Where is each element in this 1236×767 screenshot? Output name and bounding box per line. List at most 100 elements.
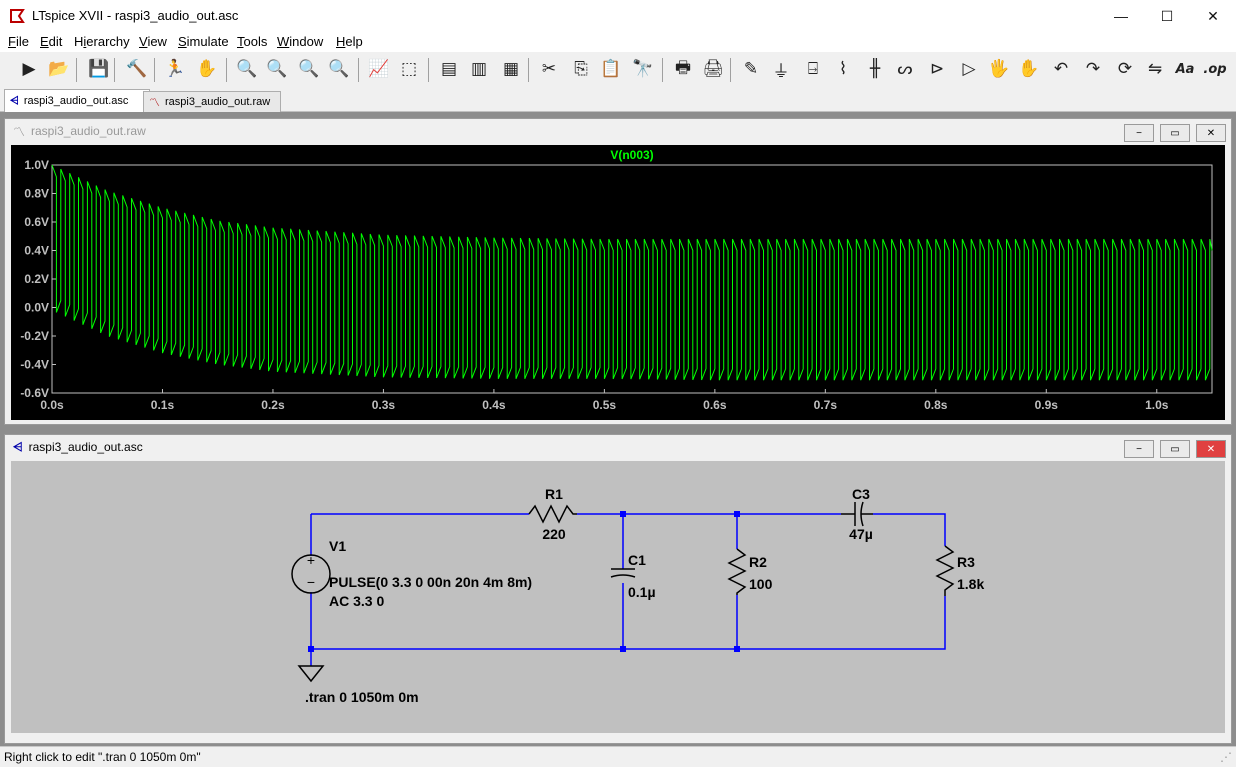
cascade-button[interactable]: ▥ (466, 56, 492, 82)
print-preview-button[interactable]: 🖶 (670, 56, 696, 82)
inductor-button[interactable]: ᔕ (892, 56, 918, 82)
mirror-button[interactable]: ⇋ (1142, 56, 1168, 82)
zoom-area-icon: 🔍 (266, 59, 288, 79)
tab-label: raspi3_audio_out.raw (165, 96, 271, 108)
v1-label[interactable]: V1 (329, 538, 346, 554)
spice-directive-icon: .op (1203, 61, 1227, 77)
cut-button[interactable]: ✂ (536, 56, 562, 82)
schematic-minimize-button[interactable]: − (1124, 440, 1154, 458)
resistor-icon: ⌇ (838, 59, 848, 79)
v1-value[interactable]: PULSE(0 3.3 0 00n 20n 4m 8m) (329, 574, 532, 590)
run-icon: ▶ (22, 59, 36, 79)
schematic-window-title: raspi3_audio_out.asc (28, 440, 143, 454)
schematic-restore-button[interactable]: ▭ (1160, 440, 1190, 458)
open-folder-button[interactable]: 📂 (46, 56, 72, 82)
schematic-close-button[interactable]: ✕ (1196, 440, 1226, 458)
find-button[interactable]: 🔭 (630, 56, 656, 82)
menu-window[interactable]: Window (277, 34, 323, 49)
x-tick-label: 0.8s (924, 398, 948, 412)
rotate-button[interactable]: ⟳ (1112, 56, 1138, 82)
schematic-window-titlebar[interactable]: ⩤ raspi3_audio_out.asc (5, 435, 1231, 459)
waveform-plot[interactable]: V(n003) 1.0V 0.8V 0.6V 0.4V 0.2V 0.0V -0.2V -0.… (11, 145, 1225, 420)
close-button[interactable]: ✕ (1190, 0, 1236, 32)
resize-grip-icon[interactable]: ⋰ (1220, 750, 1232, 764)
c3-label[interactable]: C3 (852, 486, 870, 502)
tab-schematic[interactable]: ⩤ raspi3_audio_out.asc (4, 89, 150, 112)
waveform-close-button[interactable]: ✕ (1196, 124, 1226, 142)
r2-label[interactable]: R2 (749, 554, 767, 570)
diode-icon: ⊳ (929, 59, 945, 79)
zoom-cancel-button[interactable]: 🔍 (326, 56, 352, 82)
paste-icon: 📋 (600, 59, 622, 79)
control-panel-hammer-button[interactable]: 🔨 (124, 56, 150, 82)
junction-dot (734, 511, 740, 517)
menu-tools[interactable]: Tools (237, 34, 267, 49)
x-tick-label: 0.5s (593, 398, 617, 412)
zoom-out-button[interactable]: 🔍 (296, 56, 322, 82)
copy-button[interactable]: ⎘ (568, 56, 594, 82)
tile-vertical-button[interactable]: ▦ (498, 56, 524, 82)
waveform-window-title: raspi3_audio_out.raw (31, 124, 146, 138)
print-button[interactable]: 🖨 (700, 56, 726, 82)
maximize-button[interactable]: ☐ (1144, 0, 1190, 32)
menu-file[interactable]: File (8, 34, 29, 49)
waveform-window-titlebar[interactable]: 〽 raspi3_audio_out.raw (5, 119, 1231, 143)
menu-simulate[interactable]: Simulate (178, 34, 229, 49)
junction-dot (308, 646, 314, 652)
pan-hand-button[interactable]: ✋ (194, 56, 220, 82)
text-button[interactable]: Aa (1172, 56, 1198, 82)
c1-value[interactable]: 0.1µ (628, 584, 656, 600)
run-button[interactable]: ▶ (16, 56, 42, 82)
menu-hierarchy[interactable]: Hierarchy (74, 34, 130, 49)
ground-button[interactable]: ⏚ (768, 56, 794, 82)
r3-label[interactable]: R3 (957, 554, 975, 570)
spice-directive-button[interactable]: .op (1202, 56, 1228, 82)
schematic-window: ⩤ raspi3_audio_out.asc − ▭ ✕ + − V1 PULS… (4, 434, 1232, 744)
zoom-in-button[interactable]: 🔍 (234, 56, 260, 82)
r2-value[interactable]: 100 (749, 576, 773, 592)
print-preview-icon: 🖶 (674, 57, 692, 78)
paste-button[interactable]: 📋 (598, 56, 624, 82)
text-icon: Aa (1175, 61, 1195, 77)
r3-value[interactable]: 1.8k (957, 576, 984, 592)
menu-help[interactable]: Help (336, 34, 363, 49)
menu-edit[interactable]: Edit (40, 34, 62, 49)
tab-waveform[interactable]: 〽 raspi3_audio_out.raw (143, 91, 281, 112)
r1-label[interactable]: R1 (545, 486, 563, 502)
schematic-canvas[interactable]: + − V1 PULSE(0 3.3 0 00n 20n 4m 8m) AC 3… (11, 461, 1225, 733)
v1-ac-value[interactable]: AC 3.3 0 (329, 593, 384, 609)
component-button[interactable]: ▷ (956, 56, 982, 82)
waveform-minimize-button[interactable]: − (1124, 124, 1154, 142)
redo-icon: ↷ (1085, 59, 1101, 79)
c1-label[interactable]: C1 (628, 552, 646, 568)
redo-button[interactable]: ↷ (1080, 56, 1106, 82)
pick-visible-traces-button[interactable]: ⬚ (396, 56, 422, 82)
toolbar-separator (226, 58, 227, 82)
c3-value[interactable]: 47µ (849, 526, 873, 542)
r1-value[interactable]: 220 (542, 526, 566, 542)
y-tick-label: 0.2V (24, 272, 49, 286)
drag-button[interactable]: ✋ (1016, 56, 1042, 82)
undo-button[interactable]: ↶ (1048, 56, 1074, 82)
resistor-button[interactable]: ⌇ (830, 56, 856, 82)
move-button[interactable]: 🖐 (986, 56, 1012, 82)
waveform-restore-button[interactable]: ▭ (1160, 124, 1190, 142)
trace-label[interactable]: V(n003) (610, 148, 653, 162)
halt-run-button[interactable]: 🏃 (162, 56, 188, 82)
y-tick-label: 0.0V (24, 301, 49, 315)
diode-button[interactable]: ⊳ (924, 56, 950, 82)
label-net-button[interactable]: ⍈ (800, 56, 826, 82)
y-tick-label: 0.8V (24, 187, 49, 201)
x-tick-label: 0.3s (372, 398, 396, 412)
capacitor-button[interactable]: ╫ (862, 56, 888, 82)
tile-horizontal-button[interactable]: ▤ (436, 56, 462, 82)
minimize-button[interactable]: — (1098, 0, 1144, 32)
spice-directive[interactable]: .tran 0 1050m 0m (305, 689, 419, 705)
draw-wire-button[interactable]: ✎ (738, 56, 764, 82)
cut-icon: ✂ (541, 59, 557, 79)
inductor-icon: ᔕ (897, 59, 913, 79)
autorange-button[interactable]: 📈 (366, 56, 392, 82)
save-button[interactable]: 💾 (86, 56, 112, 82)
zoom-area-button[interactable]: 🔍 (264, 56, 290, 82)
menu-view[interactable]: View (139, 34, 167, 49)
